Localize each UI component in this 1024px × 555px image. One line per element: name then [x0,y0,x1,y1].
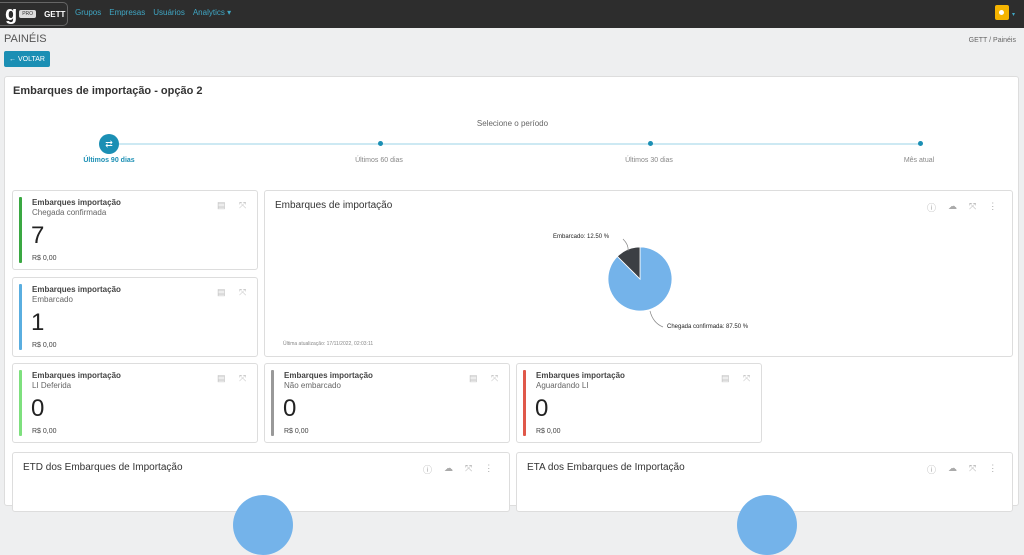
nav-analytics[interactable]: Analytics ▾ [193,8,231,17]
expand-icon[interactable]: ⤧ [239,200,246,211]
company-name: GETT [44,9,66,19]
kpi-value: R$ 0,00 [32,342,57,349]
kpi-title: Embarques importação [284,371,373,380]
nav-empresas[interactable]: Empresas [109,8,145,17]
expand-icon[interactable]: ⤧ [969,463,976,476]
eta-widget: ETA dos Embarques de Importação ⓘ ☁ ⤧ ⋮ [516,452,1013,555]
period-90[interactable]: Últimos 90 dias [83,157,134,164]
panel-title: Embarques de importação - opção 2 [13,85,203,97]
kpi-title: Embarques importação [32,285,121,294]
table-icon[interactable]: ▤ [721,373,730,384]
kpi-card: Embarques importação Embarcado 1 R$ 0,00… [12,277,258,357]
kpi-title: Embarques importação [536,371,625,380]
nav-grupos[interactable]: Grupos [75,8,101,17]
kpi-card: Embarques importação LI Deferida 0 R$ 0,… [12,363,258,443]
top-navbar: g PRO GETT Grupos Empresas Usuários Analyt… [0,0,1024,28]
expand-icon[interactable]: ⤧ [743,373,750,384]
swap-arrows-icon: ⇄ [105,138,113,149]
kpi-count: 0 [283,395,297,422]
status-color-bar [523,370,526,436]
period-current-month[interactable]: Mês atual [904,157,934,164]
kpi-count: 1 [31,309,45,336]
pie-widget: Embarques de importação ⓘ ☁ ⤧ ⋮ Embarcado: … [264,190,1013,357]
expand-icon[interactable]: ⤧ [239,287,246,298]
period-stop[interactable] [918,141,923,146]
kpi-status: Embarcado [32,295,73,304]
status-color-bar [19,197,22,263]
kpi-status: LI Deferida [32,381,72,390]
logo-mark: g [5,3,18,25]
brand-logo[interactable]: g PRO GETT [0,2,68,26]
table-icon[interactable]: ▤ [217,287,226,298]
expand-icon[interactable]: ⤧ [491,373,498,384]
pie-chart [233,495,293,555]
connector-chegada [649,310,664,328]
cloud-download-icon[interactable]: ☁ [444,463,453,476]
status-color-bar [19,284,22,350]
kpi-value: R$ 0,00 [32,428,57,435]
pro-badge: PRO [19,10,37,18]
kpi-status: Aguardando LI [536,381,589,390]
period-stop[interactable] [648,141,653,146]
table-icon[interactable]: ▤ [217,200,226,211]
kpi-count: 0 [535,395,549,422]
pie-label-chegada: Chegada confirmada: 87.50 % [667,324,749,330]
more-vertical-icon[interactable]: ⋮ [988,463,997,476]
kpi-card: Embarques importação Chegada confirmada … [12,190,258,270]
info-icon[interactable]: ⓘ [927,463,936,476]
kpi-card: Embarques importação Não embarcado 0 R$ … [264,363,510,443]
kpi-value: R$ 0,00 [284,428,309,435]
chevron-down-icon[interactable]: ▾ [1012,11,1015,18]
kpi-count: 0 [31,395,45,422]
more-vertical-icon[interactable]: ⋮ [484,463,493,476]
breadcrumb[interactable]: GETT / Painéis [969,37,1016,44]
period-60[interactable]: Últimos 60 dias [355,157,403,164]
period-label: Selecione o período [476,119,549,128]
expand-icon[interactable]: ⤧ [465,463,472,476]
back-button[interactable]: ← VOLTAR [4,51,50,67]
period-stop[interactable] [378,141,383,146]
nav-usuarios[interactable]: Usuários [153,8,185,17]
kpi-value: R$ 0,00 [536,428,561,435]
pie-label-embarcado: Embarcado: 12.50 % [553,234,610,240]
kpi-status: Chegada confirmada [32,208,107,217]
status-color-bar [19,370,22,436]
kpi-card: Embarques importação Aguardando LI 0 R$ … [516,363,762,443]
period-slider-handle[interactable]: ⇄ [99,134,119,154]
table-icon[interactable]: ▤ [469,373,478,384]
user-avatar[interactable] [995,5,1009,20]
kpi-title: Embarques importação [32,198,121,207]
pie-chart [607,238,673,328]
status-color-bar [271,370,274,436]
widget-title: ETA dos Embarques de Importação [527,462,685,473]
period-30[interactable]: Últimos 30 dias [625,157,673,164]
etd-widget: ETD dos Embarques de Importação ⓘ ☁ ⤧ ⋮ [12,452,510,555]
last-updated: Última atualização: 17/11/2022, 02:03:11 [283,341,374,347]
period-slider-track[interactable] [109,143,921,145]
page-title: PAINÉIS [4,33,47,45]
widget-title: ETD dos Embarques de Importação [23,462,183,473]
info-icon[interactable]: ⓘ [423,463,432,476]
pie-chart [737,495,797,555]
table-icon[interactable]: ▤ [217,373,226,384]
expand-icon[interactable]: ⤧ [239,373,246,384]
kpi-title: Embarques importação [32,371,121,380]
kpi-count: 7 [31,222,45,249]
kpi-value: R$ 0,00 [32,255,57,262]
kpi-status: Não embarcado [284,381,341,390]
cloud-download-icon[interactable]: ☁ [948,463,957,476]
